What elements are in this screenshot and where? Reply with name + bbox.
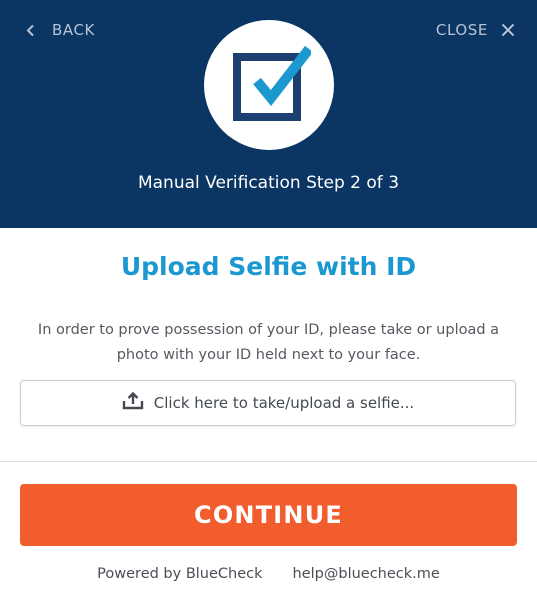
powered-by-link[interactable]: Powered by BlueCheck <box>97 566 262 582</box>
header: BACK CLOSE Manual Verification Step 2 of… <box>0 0 537 228</box>
page-title: Upload Selfie with ID <box>120 252 417 281</box>
upload-selfie-button[interactable]: Click here to take/upload a selfie... <box>20 380 516 426</box>
instructions-text: In order to prove possession of your ID,… <box>37 322 500 363</box>
continue-button[interactable]: CONTINUE <box>20 484 517 546</box>
step-indicator: Manual Verification Step 2 of 3 <box>137 173 400 193</box>
close-button[interactable]: CLOSE <box>436 19 515 41</box>
upload-icon <box>122 391 144 414</box>
bluecheck-logo <box>204 20 334 150</box>
divider <box>0 461 537 462</box>
chevron-left-icon <box>26 24 35 37</box>
back-label: BACK <box>52 21 95 39</box>
back-button[interactable]: BACK <box>26 19 95 41</box>
footer: Powered by BlueCheck help@bluecheck.me <box>0 566 537 582</box>
checkbox-check-icon <box>233 45 311 121</box>
upload-label: Click here to take/upload a selfie... <box>153 394 415 412</box>
close-icon <box>501 23 515 37</box>
help-email-link[interactable]: help@bluecheck.me <box>293 566 440 582</box>
close-label: CLOSE <box>435 21 488 39</box>
